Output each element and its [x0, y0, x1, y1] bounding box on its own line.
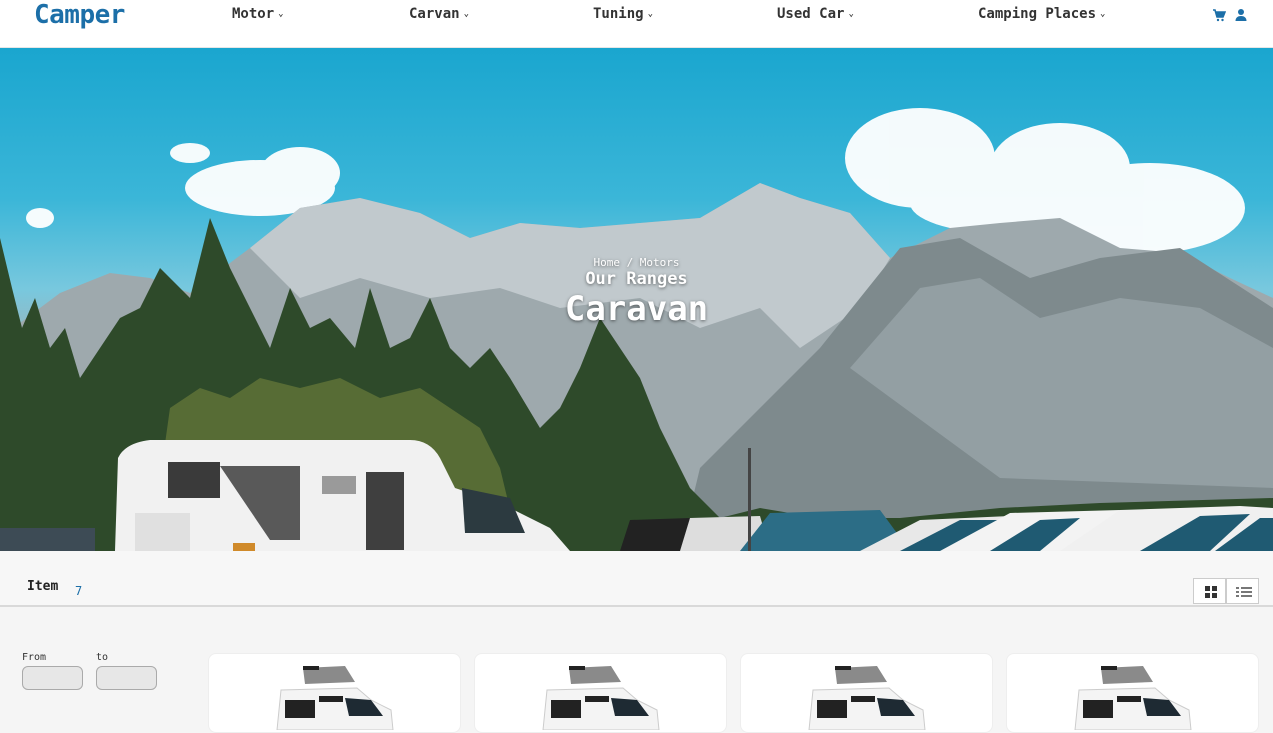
- hero-subtitle: Our Ranges: [585, 269, 688, 289]
- list-view-button[interactable]: [1226, 578, 1259, 604]
- cart-icon[interactable]: [1212, 7, 1227, 22]
- nav-item-label: Camping Places: [978, 6, 1097, 22]
- product-card[interactable]: [474, 653, 727, 733]
- item-count: 7: [75, 584, 83, 598]
- nav-item-label: Carvan: [409, 6, 460, 22]
- grid-view-button[interactable]: [1193, 578, 1226, 604]
- page-title: Caravan: [564, 289, 709, 329]
- chevron-down-icon: ⌄: [278, 9, 284, 19]
- chevron-down-icon: ⌄: [647, 9, 653, 19]
- price-from-label: From: [22, 652, 47, 663]
- list-view-icon: [1236, 587, 1252, 597]
- hero-banner: Home / Motors Our Ranges Caravan: [0, 48, 1273, 551]
- hero-heading-group: Home / Motors Our Ranges Caravan: [0, 256, 1273, 329]
- grid-view-icon: [1205, 586, 1217, 598]
- camper-van-image: [1074, 666, 1192, 730]
- chevron-down-icon: ⌄: [463, 9, 469, 19]
- nav-item-tuning[interactable]: Tuning ⌄: [593, 6, 653, 22]
- product-card[interactable]: [740, 653, 993, 733]
- nav-item-carvan[interactable]: Carvan ⌄: [409, 6, 469, 22]
- price-to-label: to: [96, 652, 109, 663]
- camper-van-image: [808, 666, 926, 730]
- product-card[interactable]: [1006, 653, 1259, 733]
- results-toolbar: Item 7: [0, 551, 1273, 607]
- camper-van-image: [276, 666, 394, 730]
- camper-van-image: [542, 666, 660, 730]
- top-navigation-bar: Camper Motor ⌄ Carvan ⌄ Tuning ⌄ Used Car ⌄ …: [0, 0, 1273, 48]
- logo[interactable]: Camper: [34, 0, 125, 30]
- user-icon[interactable]: [1234, 7, 1248, 21]
- nav-item-camping-places[interactable]: Camping Places ⌄: [978, 6, 1105, 22]
- nav-item-used-car[interactable]: Used Car ⌄: [777, 6, 854, 22]
- nav-item-motor[interactable]: Motor ⌄: [232, 6, 284, 22]
- nav-item-label: Used Car: [777, 6, 845, 22]
- price-from-input[interactable]: [22, 666, 83, 690]
- nav-item-label: Motor: [232, 6, 275, 22]
- price-to-input[interactable]: [96, 666, 157, 690]
- nav-item-label: Tuning: [593, 6, 644, 22]
- chevron-down-icon: ⌄: [1100, 9, 1106, 19]
- chevron-down-icon: ⌄: [848, 9, 854, 19]
- item-label: Item: [27, 579, 59, 594]
- product-card[interactable]: [208, 653, 461, 733]
- breadcrumb[interactable]: Home / Motors: [0, 256, 1273, 269]
